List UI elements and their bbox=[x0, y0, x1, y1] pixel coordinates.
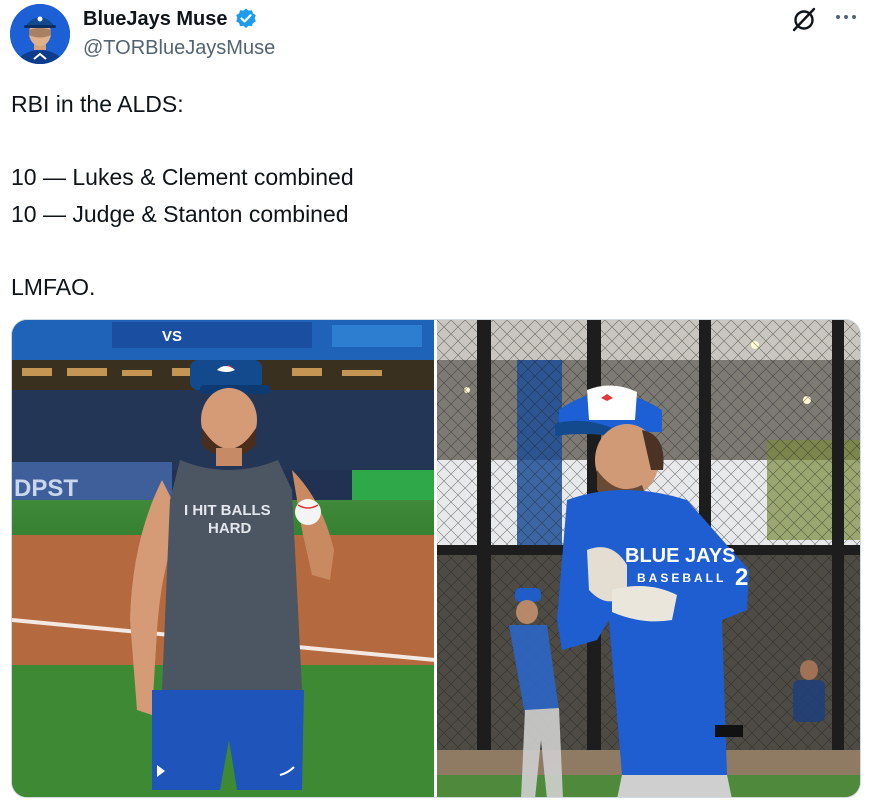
jersey-subtext: BASEBALL bbox=[637, 571, 726, 585]
media-photo-left[interactable]: VS DPST I HIT BALLS HARD bbox=[12, 320, 434, 797]
verified-badge-icon[interactable] bbox=[234, 7, 258, 31]
author-display-name[interactable]: BlueJays Muse bbox=[83, 8, 228, 31]
tweet-line: LMFAO. bbox=[11, 273, 96, 300]
sleeve-number: 2 bbox=[735, 564, 748, 591]
profile-avatar[interactable] bbox=[10, 4, 70, 64]
tweet-line: 10 — Judge & Stanton combined bbox=[11, 200, 349, 227]
scoreboard-text: VS bbox=[162, 328, 182, 345]
grok-icon[interactable] bbox=[789, 6, 819, 32]
tweet-line: RBI in the ALDS: bbox=[11, 91, 184, 117]
shirt-text-line2: HARD bbox=[208, 520, 251, 537]
tweet-line bbox=[11, 123, 851, 160]
tweet-line: 10 — Lukes & Clement combined bbox=[11, 164, 354, 190]
tweet-text: RBI in the ALDS: 10 — Lukes & Clement co… bbox=[11, 86, 851, 305]
media-photo-right[interactable]: BLUE JAYS BASEBALL 2 bbox=[437, 320, 860, 797]
stadium-sign: DPST bbox=[14, 475, 78, 502]
author-name-row: BlueJays Muse bbox=[83, 7, 258, 31]
more-options-icon[interactable] bbox=[832, 6, 860, 28]
jersey-text: BLUE JAYS bbox=[625, 545, 735, 567]
author-handle[interactable]: @TORBlueJaysMuse bbox=[83, 37, 275, 60]
tweet-header: BlueJays Muse @TORBlueJaysMuse bbox=[0, 0, 873, 70]
tweet-media-grid: VS DPST I HIT BALLS HARD BLUE JAYS BASEB… bbox=[11, 319, 861, 798]
tweet-line bbox=[11, 232, 851, 269]
shirt-text-line1: I HIT BALLS bbox=[184, 502, 271, 519]
